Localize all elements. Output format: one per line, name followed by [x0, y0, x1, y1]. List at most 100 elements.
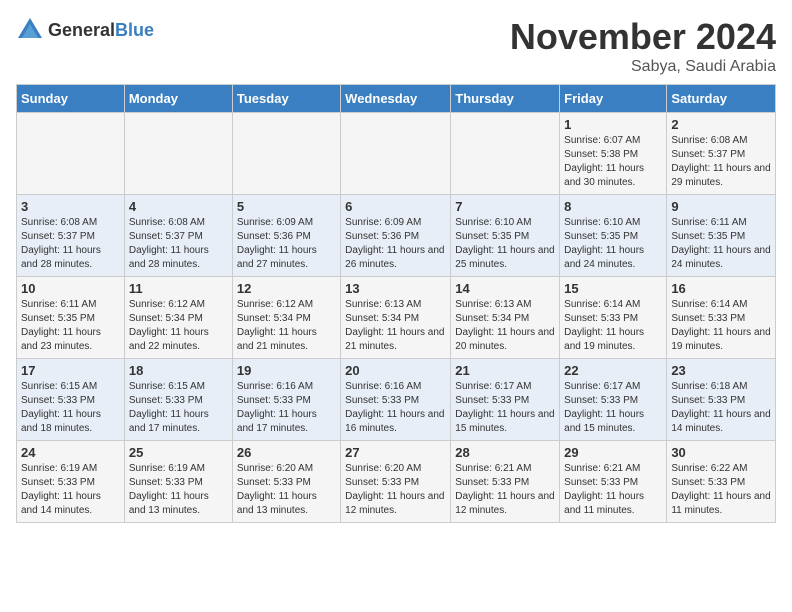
calendar-cell: [124, 113, 232, 195]
calendar-cell: 19 Sunrise: 6:16 AM Sunset: 5:33 PM Dayli…: [232, 359, 340, 441]
day-detail: Sunrise: 6:18 AM Sunset: 5:33 PM Dayligh…: [671, 380, 771, 436]
logo-text-blue: Blue: [115, 20, 154, 40]
calendar-cell: 9Sunrise: 6:11 AM Sunset: 5:35 PM Daylig…: [667, 195, 776, 277]
calendar-week-0: 1 Sunrise: 6:07 AM Sunset: 5:38 PM Daylig…: [17, 113, 776, 195]
calendar-cell: 14 Sunrise: 6:13 AM Sunset: 5:34 PM Dayli…: [451, 277, 560, 359]
header-day-monday: Monday: [124, 85, 232, 113]
day-detail: Sunrise: 6:16 AM Sunset: 5:33 PM Dayligh…: [237, 380, 336, 436]
day-detail: Sunrise: 6:14 AM Sunset: 5:33 PM Dayligh…: [671, 298, 771, 354]
calendar-cell: 27Sunrise: 6:20 AM Sunset: 5:33 PM Dayli…: [341, 441, 451, 523]
day-detail: Sunrise: 6:20 AM Sunset: 5:33 PM Dayligh…: [345, 462, 446, 518]
calendar-cell: 11Sunrise: 6:12 AM Sunset: 5:34 PM Dayli…: [124, 277, 232, 359]
calendar-cell: 5 Sunrise: 6:09 AM Sunset: 5:36 PM Daylig…: [232, 195, 340, 277]
calendar-week-1: 3 Sunrise: 6:08 AM Sunset: 5:37 PM Daylig…: [17, 195, 776, 277]
day-detail: Sunrise: 6:09 AM Sunset: 5:36 PM Dayligh…: [237, 216, 336, 272]
calendar-cell: 3 Sunrise: 6:08 AM Sunset: 5:37 PM Daylig…: [17, 195, 125, 277]
calendar-cell: 7 Sunrise: 6:10 AM Sunset: 5:35 PM Daylig…: [451, 195, 560, 277]
day-number: 10: [21, 281, 120, 296]
day-number: 13: [345, 281, 446, 296]
day-detail: Sunrise: 6:10 AM Sunset: 5:35 PM Dayligh…: [455, 216, 555, 272]
day-number: 22: [564, 363, 662, 378]
day-detail: Sunrise: 6:13 AM Sunset: 5:34 PM Dayligh…: [455, 298, 555, 354]
day-number: 20: [345, 363, 446, 378]
day-detail: Sunrise: 6:12 AM Sunset: 5:34 PM Dayligh…: [237, 298, 336, 354]
calendar-cell: [17, 113, 125, 195]
calendar-cell: [232, 113, 340, 195]
day-detail: Sunrise: 6:11 AM Sunset: 5:35 PM Dayligh…: [21, 298, 120, 354]
day-number: 8: [564, 199, 662, 214]
calendar-cell: 8Sunrise: 6:10 AM Sunset: 5:35 PM Daylig…: [560, 195, 667, 277]
day-number: 15: [564, 281, 662, 296]
calendar-cell: 15Sunrise: 6:14 AM Sunset: 5:33 PM Dayli…: [560, 277, 667, 359]
day-number: 11: [129, 281, 228, 296]
calendar-cell: 22Sunrise: 6:17 AM Sunset: 5:33 PM Dayli…: [560, 359, 667, 441]
day-number: 21: [455, 363, 555, 378]
day-number: 28: [455, 445, 555, 460]
calendar-cell: 4Sunrise: 6:08 AM Sunset: 5:37 PM Daylig…: [124, 195, 232, 277]
day-number: 23: [671, 363, 771, 378]
logo-text-general: General: [48, 20, 115, 40]
logo-icon: [16, 16, 44, 44]
day-number: 3: [21, 199, 120, 214]
header-day-friday: Friday: [560, 85, 667, 113]
day-detail: Sunrise: 6:20 AM Sunset: 5:33 PM Dayligh…: [237, 462, 336, 518]
day-detail: Sunrise: 6:13 AM Sunset: 5:34 PM Dayligh…: [345, 298, 446, 354]
calendar-table: SundayMondayTuesdayWednesdayThursdayFrid…: [16, 84, 776, 523]
day-number: 7: [455, 199, 555, 214]
day-number: 6: [345, 199, 446, 214]
day-detail: Sunrise: 6:19 AM Sunset: 5:33 PM Dayligh…: [21, 462, 120, 518]
calendar-cell: [451, 113, 560, 195]
calendar-cell: 30Sunrise: 6:22 AM Sunset: 5:33 PM Dayli…: [667, 441, 776, 523]
calendar-cell: 23 Sunrise: 6:18 AM Sunset: 5:33 PM Dayli…: [667, 359, 776, 441]
day-detail: Sunrise: 6:21 AM Sunset: 5:33 PM Dayligh…: [455, 462, 555, 518]
day-number: 25: [129, 445, 228, 460]
calendar-cell: 17 Sunrise: 6:15 AM Sunset: 5:33 PM Dayli…: [17, 359, 125, 441]
calendar-cell: 29 Sunrise: 6:21 AM Sunset: 5:33 PM Dayli…: [560, 441, 667, 523]
header-day-sunday: Sunday: [17, 85, 125, 113]
calendar-cell: [341, 113, 451, 195]
day-number: 29: [564, 445, 662, 460]
day-detail: Sunrise: 6:09 AM Sunset: 5:36 PM Dayligh…: [345, 216, 446, 272]
calendar-week-3: 17 Sunrise: 6:15 AM Sunset: 5:33 PM Dayli…: [17, 359, 776, 441]
day-detail: Sunrise: 6:21 AM Sunset: 5:33 PM Dayligh…: [564, 462, 662, 518]
calendar-cell: 16 Sunrise: 6:14 AM Sunset: 5:33 PM Dayli…: [667, 277, 776, 359]
day-number: 30: [671, 445, 771, 460]
day-number: 16: [671, 281, 771, 296]
calendar-cell: 25 Sunrise: 6:19 AM Sunset: 5:33 PM Dayli…: [124, 441, 232, 523]
calendar-cell: 26 Sunrise: 6:20 AM Sunset: 5:33 PM Dayli…: [232, 441, 340, 523]
day-number: 26: [237, 445, 336, 460]
location-title: Sabya, Saudi Arabia: [510, 58, 776, 76]
month-title: November 2024: [510, 16, 776, 58]
calendar-cell: 10 Sunrise: 6:11 AM Sunset: 5:35 PM Dayli…: [17, 277, 125, 359]
day-number: 2: [671, 117, 771, 132]
calendar-week-2: 10 Sunrise: 6:11 AM Sunset: 5:35 PM Dayli…: [17, 277, 776, 359]
day-number: 17: [21, 363, 120, 378]
calendar-cell: 6 Sunrise: 6:09 AM Sunset: 5:36 PM Daylig…: [341, 195, 451, 277]
calendar-cell: 24Sunrise: 6:19 AM Sunset: 5:33 PM Dayli…: [17, 441, 125, 523]
calendar-cell: 13 Sunrise: 6:13 AM Sunset: 5:34 PM Dayli…: [341, 277, 451, 359]
header-day-thursday: Thursday: [451, 85, 560, 113]
day-number: 9: [671, 199, 771, 214]
page-header: GeneralBlue November 2024 Sabya, Saudi A…: [16, 16, 776, 76]
calendar-cell: 1 Sunrise: 6:07 AM Sunset: 5:38 PM Daylig…: [560, 113, 667, 195]
day-detail: Sunrise: 6:15 AM Sunset: 5:33 PM Dayligh…: [129, 380, 228, 436]
calendar-cell: 28 Sunrise: 6:21 AM Sunset: 5:33 PM Dayli…: [451, 441, 560, 523]
calendar-cell: 18Sunrise: 6:15 AM Sunset: 5:33 PM Dayli…: [124, 359, 232, 441]
day-detail: Sunrise: 6:19 AM Sunset: 5:33 PM Dayligh…: [129, 462, 228, 518]
day-detail: Sunrise: 6:08 AM Sunset: 5:37 PM Dayligh…: [671, 134, 771, 190]
day-detail: Sunrise: 6:15 AM Sunset: 5:33 PM Dayligh…: [21, 380, 120, 436]
logo: GeneralBlue: [16, 16, 154, 44]
header-day-saturday: Saturday: [667, 85, 776, 113]
day-number: 1: [564, 117, 662, 132]
day-detail: Sunrise: 6:07 AM Sunset: 5:38 PM Dayligh…: [564, 134, 662, 190]
calendar-cell: 12 Sunrise: 6:12 AM Sunset: 5:34 PM Dayli…: [232, 277, 340, 359]
day-detail: Sunrise: 6:08 AM Sunset: 5:37 PM Dayligh…: [21, 216, 120, 272]
calendar-cell: 20Sunrise: 6:16 AM Sunset: 5:33 PM Dayli…: [341, 359, 451, 441]
title-area: November 2024 Sabya, Saudi Arabia: [510, 16, 776, 76]
day-detail: Sunrise: 6:08 AM Sunset: 5:37 PM Dayligh…: [129, 216, 228, 272]
day-number: 19: [237, 363, 336, 378]
day-number: 12: [237, 281, 336, 296]
day-number: 5: [237, 199, 336, 214]
day-number: 14: [455, 281, 555, 296]
header-day-tuesday: Tuesday: [232, 85, 340, 113]
